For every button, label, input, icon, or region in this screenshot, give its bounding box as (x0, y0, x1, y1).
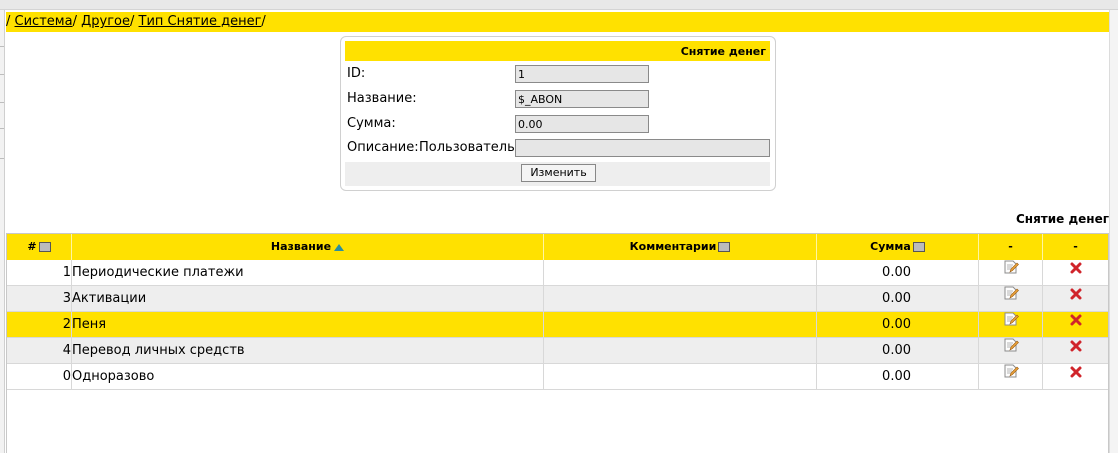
delete-icon[interactable] (1069, 311, 1083, 336)
column-header-sum[interactable]: Сумма (817, 234, 979, 260)
edit-icon[interactable] (1003, 285, 1019, 310)
row-comment (544, 338, 817, 363)
delete-icon[interactable] (1069, 363, 1083, 388)
sort-toggle-icon[interactable] (912, 242, 925, 252)
id-field[interactable] (515, 65, 649, 83)
breadcrumb-separator: / (6, 14, 11, 29)
column-header-sum-label: Сумма (870, 240, 911, 253)
row-edit-cell (979, 286, 1043, 311)
user-field[interactable] (515, 139, 770, 157)
breadcrumb-separator: / (261, 14, 266, 29)
row-name: Перевод личных средств (72, 338, 544, 363)
row-delete-cell (1043, 286, 1108, 311)
breadcrumb-link-system[interactable]: Система (15, 14, 73, 29)
strip-divider (0, 46, 4, 47)
row-num: 3 (7, 286, 72, 311)
sum-label: Сумма: (347, 116, 396, 131)
breadcrumb: / Система/ Другое/ Тип Снятие денег/ (6, 12, 1109, 32)
table-row[interactable]: 1 Периодические платежи 0.00 (7, 260, 1108, 286)
row-sum: 0.00 (817, 364, 979, 389)
strip-divider (0, 102, 4, 103)
row-edit-cell (979, 260, 1043, 285)
breadcrumb-separator: / (129, 14, 135, 29)
column-header-edit: - (979, 234, 1043, 260)
column-header-delete: - (1073, 240, 1078, 253)
sort-toggle-icon[interactable] (718, 242, 731, 252)
breadcrumb-link-withdrawal-type[interactable]: Тип Снятие денег (139, 14, 262, 29)
edit-icon[interactable] (1003, 259, 1019, 284)
user-label: Пользователь: (419, 140, 520, 155)
row-edit-cell (979, 364, 1043, 389)
column-header-num[interactable]: # (7, 234, 72, 260)
table-row[interactable]: 4 Перевод личных средств 0.00 (7, 338, 1108, 364)
row-comment (544, 260, 817, 285)
row-name: Периодические платежи (72, 260, 544, 285)
column-header-name-label: Название (270, 240, 332, 253)
column-header-num-label: # (27, 240, 37, 253)
breadcrumb-link-other[interactable]: Другое (81, 14, 130, 29)
row-num: 2 (7, 312, 72, 337)
row-edit-cell (979, 312, 1043, 337)
delete-icon[interactable] (1069, 337, 1083, 362)
row-delete-cell (1043, 364, 1108, 389)
column-header-name[interactable]: Название (72, 234, 544, 260)
table-row[interactable]: 2 Пеня 0.00 (7, 312, 1108, 338)
breadcrumb-separator: / (72, 14, 77, 29)
table-header-row: # Название Комментарии Сумма - - (7, 234, 1108, 260)
form-footer: Изменить (345, 162, 770, 186)
sort-toggle-icon[interactable] (38, 242, 51, 252)
strip-divider (0, 74, 4, 75)
row-comment (544, 364, 817, 389)
row-comment (544, 312, 817, 337)
column-header-comment-label: Комментарии (629, 240, 717, 253)
row-num: 4 (7, 338, 72, 363)
strip-divider (0, 128, 4, 129)
withdrawal-types-table: # Название Комментарии Сумма - - 1 Перио… (6, 233, 1109, 453)
row-delete-cell (1043, 338, 1108, 363)
row-edit-cell (979, 338, 1043, 363)
table-row[interactable]: 3 Активации 0.00 (7, 286, 1108, 312)
strip-divider (0, 158, 4, 159)
form-title: Снятие денег (345, 41, 770, 61)
right-scroll-edge (1109, 10, 1118, 453)
top-frame-bar (0, 0, 1118, 10)
name-field[interactable] (515, 90, 649, 108)
delete-icon[interactable] (1069, 259, 1083, 284)
edit-icon[interactable] (1003, 311, 1019, 336)
edit-form-panel: Снятие денег ID: Название: Сумма: Описан… (340, 36, 776, 191)
delete-icon[interactable] (1069, 285, 1083, 310)
row-name: Одноразово (72, 364, 544, 389)
row-delete-cell (1043, 260, 1108, 285)
row-name: Пеня (72, 312, 544, 337)
row-num: 0 (7, 364, 72, 389)
row-sum: 0.00 (817, 286, 979, 311)
column-header-comment[interactable]: Комментарии (544, 234, 817, 260)
edit-icon[interactable] (1003, 363, 1019, 388)
name-label: Название: (347, 91, 417, 106)
change-button[interactable]: Изменить (521, 164, 596, 182)
left-frame-strip (0, 10, 5, 453)
id-label: ID: (347, 66, 366, 81)
table-row[interactable]: 0 Одноразово 0.00 (7, 364, 1108, 390)
row-delete-cell (1043, 312, 1108, 337)
description-label: Описание: (347, 140, 419, 155)
row-sum: 0.00 (817, 260, 979, 285)
table-title: Снятие денег (1015, 212, 1109, 226)
row-sum: 0.00 (817, 338, 979, 363)
sort-ascending-icon[interactable] (334, 243, 345, 251)
edit-icon[interactable] (1003, 337, 1019, 362)
sum-field[interactable] (515, 115, 649, 133)
row-num: 1 (7, 260, 72, 285)
row-comment (544, 286, 817, 311)
row-name: Активации (72, 286, 544, 311)
row-sum: 0.00 (817, 312, 979, 337)
